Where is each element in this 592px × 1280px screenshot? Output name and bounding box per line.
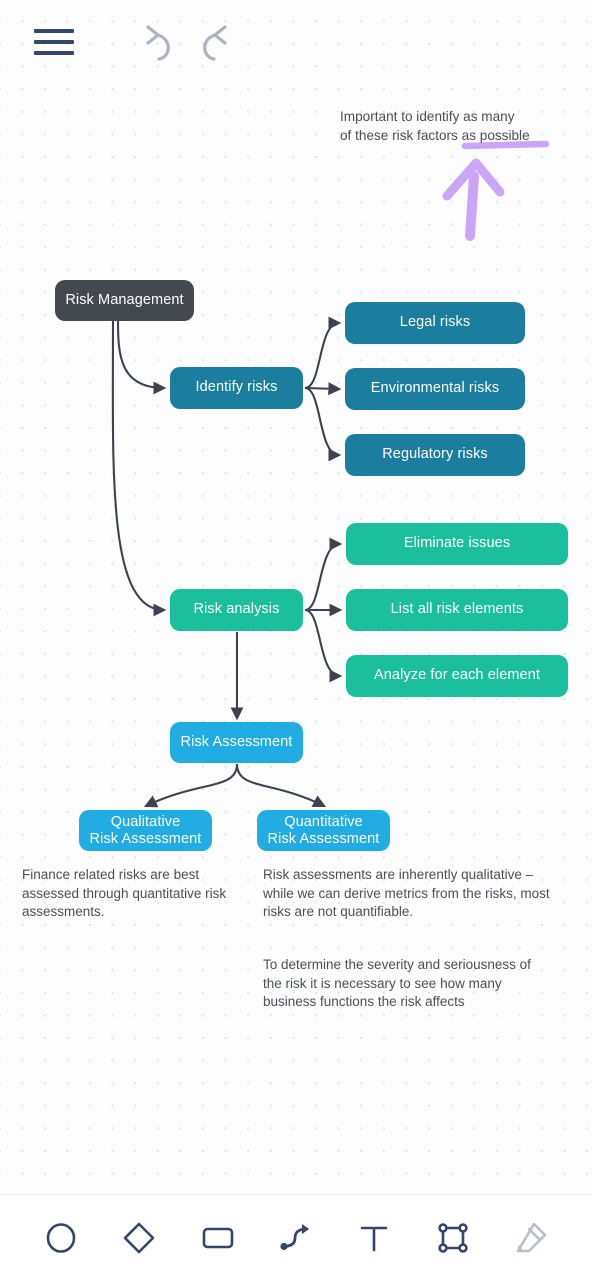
node-label: Qualitative Risk Assessment	[89, 813, 202, 847]
node-risk-management[interactable]: Risk Management	[55, 280, 194, 321]
annotation-line-2: of these risk factors as possible	[340, 127, 530, 143]
undo-arrow-icon[interactable]	[128, 18, 178, 68]
node-label: Regulatory risks	[382, 446, 488, 463]
node-identify-risks[interactable]: Identify risks	[170, 367, 303, 409]
circle-icon[interactable]	[38, 1215, 84, 1261]
hamburger-bar	[34, 40, 74, 44]
redo-arrow-icon[interactable]	[195, 18, 245, 68]
arrow-head-stroke	[442, 158, 505, 201]
rectangle-icon[interactable]	[195, 1215, 241, 1261]
hamburger-bar	[34, 29, 74, 33]
highlighter-pen-icon[interactable]	[508, 1215, 554, 1261]
node-risk-analysis[interactable]: Risk analysis	[170, 589, 303, 631]
node-label: Identify risks	[195, 379, 278, 396]
hamburger-menu-icon[interactable]	[34, 26, 74, 58]
node-legal-risks[interactable]: Legal risks	[345, 302, 525, 344]
note-quantitative[interactable]: Risk assessments are inherently qualitat…	[263, 866, 553, 922]
hamburger-bar	[34, 51, 74, 55]
arrow-shaft-stroke	[465, 171, 479, 241]
node-list-all-risk-elements[interactable]: List all risk elements	[346, 589, 568, 631]
top-toolbar	[0, 0, 592, 86]
node-label: Environmental risks	[370, 380, 500, 397]
annotation-text: Important to identify as many of these r…	[340, 108, 555, 145]
node-analyze-for-each-element[interactable]: Analyze for each element	[346, 655, 568, 697]
node-regulatory-risks[interactable]: Regulatory risks	[345, 434, 525, 476]
node-quantitative-risk-assessment[interactable]: Quantitative Risk Assessment	[257, 810, 390, 851]
note-severity[interactable]: To determine the severity and seriousnes…	[263, 956, 545, 1012]
node-label: Eliminate issues	[403, 535, 511, 552]
connector-icon[interactable]	[273, 1215, 319, 1261]
node-label: Analyze for each element	[373, 667, 541, 684]
select-frame-icon[interactable]	[430, 1215, 476, 1261]
node-label: Risk analysis	[193, 601, 280, 618]
node-risk-assessment[interactable]: Risk Assessment	[170, 722, 303, 763]
node-label: Risk Assessment	[180, 733, 293, 750]
annotation-line-1: Important to identify as many	[340, 109, 515, 124]
node-label: Quantitative Risk Assessment	[267, 813, 380, 847]
diamond-icon[interactable]	[116, 1215, 162, 1261]
text-t-icon[interactable]	[351, 1215, 397, 1261]
node-label: Risk Management	[65, 291, 184, 308]
node-eliminate-issues[interactable]: Eliminate issues	[346, 523, 568, 565]
node-environmental-risks[interactable]: Environmental risks	[345, 368, 525, 410]
diagram-canvas[interactable]: Important to identify as many of these r…	[0, 0, 592, 1280]
node-label: List all risk elements	[390, 601, 524, 618]
node-qualitative-risk-assessment[interactable]: Qualitative Risk Assessment	[79, 810, 212, 851]
bottom-toolbar	[0, 1194, 592, 1280]
mindmap-app: Important to identify as many of these r…	[0, 0, 592, 1280]
node-label: Legal risks	[399, 314, 471, 331]
note-qualitative[interactable]: Finance related risks are best assessed …	[22, 866, 237, 922]
